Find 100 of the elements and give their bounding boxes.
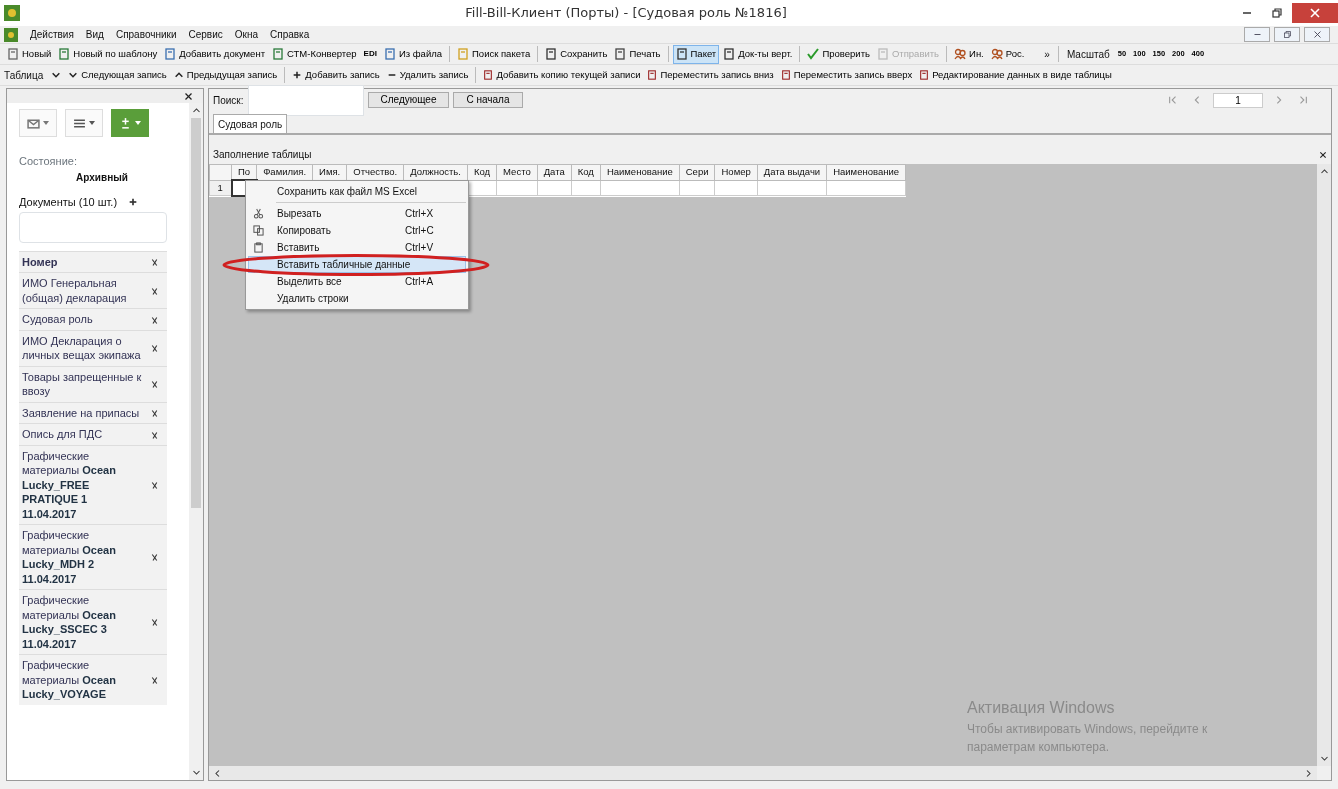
menu-item[interactable]: Окна	[234, 27, 258, 42]
document-icon	[7, 48, 19, 60]
column-header[interactable]: Номер	[715, 164, 758, 181]
menu-item[interactable]: Сохранить как файл MS Excel	[248, 183, 466, 200]
document-link[interactable]: Судовая роль	[19, 308, 147, 330]
toolbar-button[interactable]: Редактирование данных в виде таблицы	[916, 65, 1115, 85]
people-icon	[990, 48, 1003, 60]
record-icon	[483, 70, 494, 80]
child-close-icon	[1312, 30, 1322, 39]
toolbar-button[interactable]: СТМ-Конвертер	[269, 44, 360, 64]
toolbar-button[interactable]: Следующая запись	[65, 65, 170, 85]
delete-icon	[150, 409, 159, 419]
menu-item[interactable]: Справочники	[115, 27, 177, 42]
document-icon	[272, 48, 284, 60]
previous-page-icon	[1192, 95, 1202, 105]
toolbar-button[interactable]: EDI	[360, 44, 380, 64]
menu-item[interactable]: Справка	[270, 27, 310, 42]
menu-item[interactable]: Удалить строки	[248, 290, 466, 307]
column-header[interactable]: Сери	[679, 164, 715, 181]
search-field[interactable]	[247, 84, 364, 116]
document-link[interactable]: Графические материалы Ocean Lucky_VOYAGE	[19, 654, 147, 705]
menu-item[interactable]: Вырезать Ctrl+X	[248, 205, 466, 222]
column-header[interactable]: Должность.	[403, 164, 468, 181]
toolbar-button[interactable]: Сохранить	[542, 44, 611, 64]
delete-icon	[150, 618, 159, 628]
column-header[interactable]: Отчество.	[346, 164, 404, 181]
overflow-chevron[interactable]: »	[1044, 46, 1050, 62]
toolbar-button[interactable]: Добавить копию текущей записи	[480, 65, 644, 85]
child-restore-button[interactable]	[1274, 27, 1300, 42]
column-header[interactable]: Фамилия.	[256, 164, 313, 181]
toolbar-button[interactable]: Новый	[4, 44, 55, 64]
scroll-right-icon	[1304, 768, 1313, 778]
delete-icon	[150, 553, 159, 563]
caret-icon	[135, 121, 141, 125]
toolbar-button[interactable]: Предыдущая запись	[170, 65, 281, 85]
caret-icon	[89, 121, 95, 125]
toolbar-button[interactable]: Переместить запись вниз	[644, 65, 777, 85]
document-link[interactable]: Графические материалы Ocean Lucky_SSCEC 3 11.04.2017	[19, 589, 147, 655]
toolbar-button[interactable]: Док-ты верт.	[720, 44, 796, 64]
plus-minus-icon	[119, 116, 132, 130]
plus-minus-dropdown-button[interactable]	[111, 109, 149, 137]
close-icon	[183, 91, 193, 101]
column-header[interactable]: Дата выдачи	[757, 164, 827, 181]
document-link[interactable]: Графические материалы Ocean Lucky_FREE PRATIQUE 1 11.04.2017	[19, 445, 147, 525]
document-icon	[545, 48, 558, 60]
search-button[interactable]: Следующее	[367, 92, 450, 108]
scrollbar-thumb[interactable]	[191, 118, 201, 508]
column-header[interactable]: Имя.	[312, 164, 347, 181]
document-link[interactable]: ИМО Декларация о личных вещах экипажа	[19, 330, 147, 366]
child-close-button[interactable]	[1304, 27, 1330, 42]
column-header[interactable]: Наименование	[600, 164, 680, 181]
first-page-icon	[1168, 95, 1178, 105]
state-label: Состояние:	[19, 154, 78, 169]
menu-item[interactable]: Действия	[30, 27, 74, 42]
search-label: Поиск:	[213, 93, 244, 108]
column-header[interactable]: По	[231, 164, 257, 181]
delete-icon	[150, 380, 159, 390]
page-field[interactable]: 1	[1213, 92, 1263, 108]
column-header[interactable]: Наименование	[826, 164, 906, 181]
menu-item[interactable]: Копировать Ctrl+C	[248, 222, 466, 239]
people-icon	[954, 48, 967, 60]
document-link[interactable]: Товары запрещенные к ввозу	[19, 366, 147, 402]
close-icon	[1319, 150, 1327, 159]
tab[interactable]: Судовая роль	[213, 114, 288, 133]
toolbar-button[interactable]: Новый по шаблону	[55, 44, 161, 64]
toolbar-button[interactable]: Добавить запись	[289, 65, 383, 85]
scroll-down-icon	[1319, 754, 1329, 763]
search-button[interactable]: С начала	[453, 92, 523, 108]
menu-item[interactable]: Сервис	[188, 27, 223, 42]
column-header[interactable]: Место	[496, 164, 538, 181]
window-title: Fill-Bill-Клиент (Порты) - [Судовая роль №1816]	[464, 4, 788, 23]
document-link[interactable]: Заявление на припасы	[19, 402, 147, 424]
toolbar-button[interactable]: Удалить запись	[383, 65, 472, 85]
toolbar-button[interactable]: Из файла	[380, 44, 445, 64]
check-icon	[807, 48, 820, 60]
toolbar-button[interactable]: Проверить	[804, 44, 873, 64]
menu-item[interactable]: Вставить Ctrl+V	[248, 239, 466, 256]
document-link[interactable]: Графические материалы Ocean Lucky_MDH 2 11.04.2017	[19, 524, 147, 590]
toolbar-button[interactable]: Пакет	[672, 44, 720, 64]
toolbar-button[interactable]: Добавить документ	[161, 44, 268, 64]
list-dropdown-button[interactable]	[65, 109, 103, 137]
delete-icon	[150, 481, 159, 491]
column-header[interactable]: Код	[467, 164, 497, 181]
document-icon	[58, 48, 71, 60]
toolbar-button[interactable]: Ин.	[951, 44, 987, 64]
toolbar-button[interactable]: Печать	[611, 44, 664, 64]
mail-dropdown-button[interactable]	[19, 109, 57, 137]
document-link[interactable]: ИМО Генеральная (общая) декларация	[19, 272, 147, 309]
state-value: Архивный	[75, 170, 129, 185]
column-header[interactable]: Дата	[537, 164, 572, 181]
menu-item[interactable]: Вид	[85, 27, 104, 42]
toolbar-button[interactable]: Переместить запись вверх	[777, 65, 916, 85]
toolbar-button[interactable]: Рос.	[987, 44, 1028, 64]
document-link[interactable]: Опись для ПДС	[19, 423, 147, 445]
menu-item[interactable]: Выделить все Ctrl+A	[248, 273, 466, 290]
column-header[interactable]: Код	[571, 164, 601, 181]
dropdown-icon	[51, 70, 62, 80]
delete-icon	[150, 676, 159, 686]
filter-field[interactable]	[19, 211, 167, 243]
toolbar-button[interactable]: Поиск пакета	[454, 44, 534, 64]
